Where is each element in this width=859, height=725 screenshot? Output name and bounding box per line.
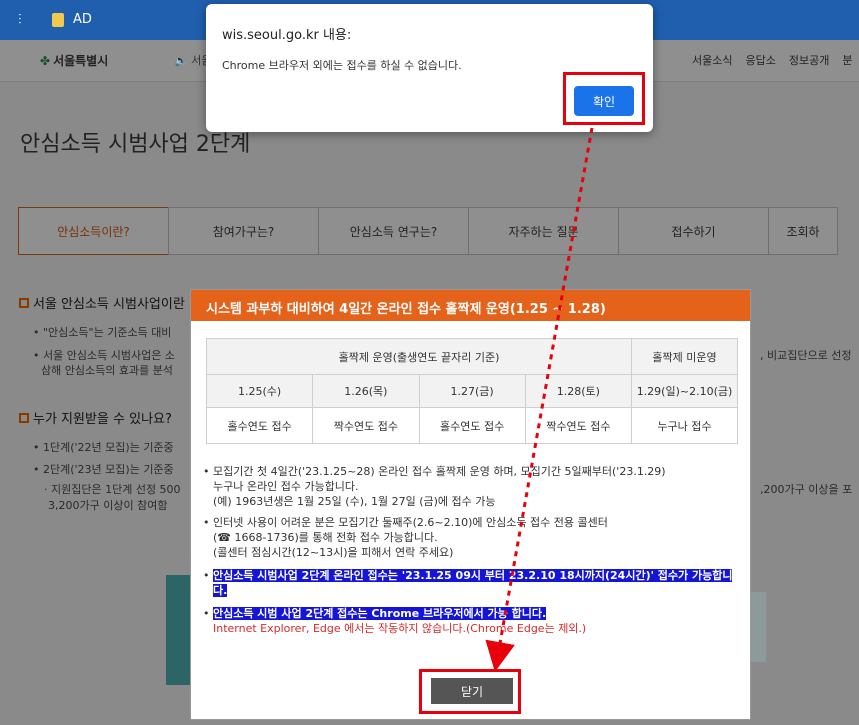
note-period: 모집기간 첫 4일간('23.1.25~28) 온라인 접수 홀짝제 운영 하며… (203, 464, 738, 509)
note-chrome-only: 안심소득 시범 사업 2단계 접수는 Chrome 브라우저에서 가능 합니다.… (203, 606, 738, 636)
table-rule-cell: 홀수연도 접수 (418, 407, 526, 444)
table-group-header: 홀짝제 운영(출생연도 끝자리 기준) (206, 338, 632, 375)
site-logo[interactable]: ✤ 서울특별시 (40, 52, 108, 69)
table-date-cell: 1.29(일)~2.10(금) (631, 374, 738, 408)
highlight-box-ok (563, 72, 645, 125)
modal-notes: 모집기간 첫 4일간('23.1.25~28) 온라인 접수 홀짝제 운영 하며… (203, 464, 738, 642)
about-bullet-1: • "안심소득"는 기준소득 대비 (33, 326, 172, 339)
eligibility-bullet-2: • 2단계('23년 모집)는 기준중 (33, 463, 174, 476)
eligibility-sub-2: 3,200가구 이상이 참여함 (48, 499, 168, 512)
table-date-cell: 1.28(토) (524, 374, 633, 408)
table-rule-cell: 누구나 접수 (631, 407, 738, 444)
table-no-group-header: 홀짝제 미운영 (631, 338, 738, 375)
section-heading-eligibility: 누가 지원받을 수 있나요? (19, 408, 172, 427)
folder-icon (52, 13, 64, 27)
nav-link-more[interactable]: 분 (842, 52, 852, 68)
speaker-icon: 🔈 (174, 54, 188, 67)
table-date-cell: 1.25(수) (205, 374, 314, 408)
nav-link-response[interactable]: 응답소 (745, 52, 775, 68)
eligibility-right: ,200가구 이상을 포 (760, 483, 853, 496)
highlight-box-close (419, 669, 521, 714)
note-browser-warning: Internet Explorer, Edge 에서는 작동하지 않습니다.(C… (213, 622, 587, 635)
about-bullet-2: • 서울 안심소득 시범사업은 소 (33, 349, 175, 362)
tab-about[interactable]: 안심소득이란? (18, 207, 169, 255)
notice-modal: 시스템 과부하 대비하여 4일간 온라인 접수 홀짝제 운영(1.25 ~ 1.… (190, 289, 751, 720)
tab-bar: 안심소득이란? 참여가구는? 안심소득 연구는? 자주하는 질문 접수하기 조회… (18, 207, 838, 255)
tab-research[interactable]: 안심소득 연구는? (318, 207, 469, 255)
nav-link-news[interactable]: 서울소식 (692, 52, 732, 68)
tab-apply[interactable]: 접수하기 (618, 207, 769, 255)
tab-participants[interactable]: 참여가구는? (168, 207, 319, 255)
table-date-cell: 1.27(금) (418, 374, 526, 408)
table-rule-cell: 짝수연도 접수 (312, 407, 420, 444)
modal-title: 시스템 과부하 대비하여 4일간 온라인 접수 홀짝제 운영(1.25 ~ 1.… (191, 290, 750, 321)
about-bullet-right: , 비교집단으로 선정 (760, 349, 852, 362)
note-online-period: 안심소득 시범사업 2단계 온라인 접수는 '23.1.25 09시 부터 23… (203, 568, 738, 598)
about-bullet-3: 삼해 안심소득의 효과를 분석 (41, 364, 173, 377)
table-rule-cell: 홀수연도 접수 (205, 407, 314, 444)
tab-lookup[interactable]: 조회하 (768, 207, 838, 255)
nav-links: 서울소식 응답소 정보공개 분 (692, 52, 852, 68)
section-marker-icon (19, 298, 29, 308)
section-heading-about: 서울 안심소득 시범사업이란 (19, 293, 185, 312)
alert-message: Chrome 브라우저 외에는 접수를 하실 수 없습니다. (222, 59, 462, 72)
app-menu-icon[interactable]: ⫶ (18, 12, 22, 28)
bookmark-ad[interactable]: AD (73, 12, 92, 27)
eligibility-bullet-1: • 1단계('22년 모집)는 기준중 (33, 441, 174, 454)
schedule-table: 홀짝제 운영(출생연도 끝자리 기준) 홀짝제 미운영 1.25(수) 1.26… (205, 338, 738, 444)
note-callcenter: 인터넷 사용이 어려운 분은 모집기간 둘째주(2.6~2.10)에 안심소득 … (203, 515, 738, 560)
tab-faq[interactable]: 자주하는 질문 (468, 207, 619, 255)
table-rule-cell: 짝수연도 접수 (524, 407, 633, 444)
eligibility-sub-1: · 지원집단은 1단계 선정 500 (44, 483, 181, 496)
nav-link-info[interactable]: 정보공개 (789, 52, 829, 68)
alert-title: wis.seoul.go.kr 내용: (222, 28, 352, 43)
table-date-cell: 1.26(목) (312, 374, 420, 408)
section-marker-icon (19, 413, 29, 423)
seoul-logo-icon: ✤ (40, 54, 51, 68)
